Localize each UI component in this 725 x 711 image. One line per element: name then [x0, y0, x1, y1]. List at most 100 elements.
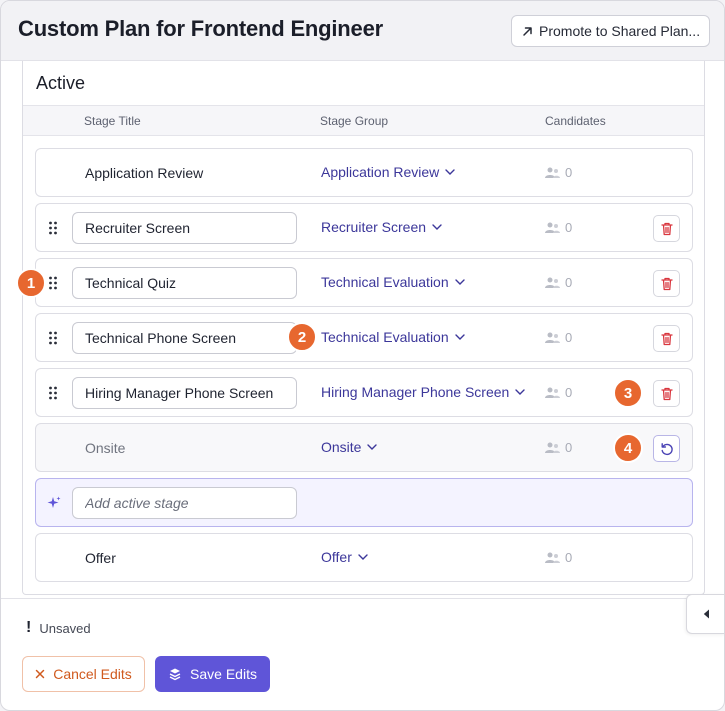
cancel-edits-button[interactable]: Cancel Edits — [22, 656, 145, 692]
stage-group-label: Hiring Manager Phone Screen — [321, 384, 510, 400]
chevron-down-icon — [367, 444, 378, 450]
people-icon — [545, 442, 560, 453]
stage-group-label: Technical Evaluation — [321, 274, 449, 290]
trash-icon — [660, 277, 673, 290]
candidate-count: 0 — [545, 440, 572, 455]
annotation-badge: 4 — [613, 433, 643, 463]
close-icon — [35, 669, 45, 679]
column-header-stage-title: Stage Title — [84, 114, 141, 128]
column-header-stage-group: Stage Group — [320, 114, 389, 128]
stage-title-input[interactable] — [72, 267, 297, 299]
candidate-count: 0 — [545, 275, 572, 290]
people-icon — [545, 332, 560, 343]
candidate-count-value: 0 — [565, 275, 573, 290]
save-edits-button[interactable]: Save Edits — [155, 656, 270, 692]
stage-title-input[interactable] — [72, 212, 297, 244]
delete-stage-button[interactable] — [653, 215, 680, 242]
stage-group-label: Technical Evaluation — [321, 329, 449, 345]
stage-row-removed: Onsite Onsite 0 — [35, 423, 693, 472]
save-icon — [169, 668, 181, 681]
collapse-panel-button[interactable] — [686, 594, 724, 634]
caret-left-icon — [703, 609, 709, 619]
candidate-count-value: 0 — [565, 165, 573, 180]
annotation-badge: 2 — [287, 322, 317, 352]
column-header-candidates: Candidates — [545, 114, 606, 128]
candidate-count-value: 0 — [565, 220, 573, 235]
candidate-count-value: 0 — [565, 440, 573, 455]
stage-title: Offer — [85, 550, 116, 566]
add-active-stage-input[interactable] — [72, 487, 297, 519]
unsaved-status: ! Unsaved — [26, 619, 91, 637]
undo-remove-stage-button[interactable] — [653, 435, 680, 462]
arrow-up-right-icon — [523, 26, 532, 36]
stage-group-dropdown[interactable]: Offer — [321, 549, 368, 565]
candidate-count: 0 — [545, 165, 572, 180]
delete-stage-button[interactable] — [653, 270, 680, 297]
people-icon — [545, 222, 560, 233]
drag-handle-icon[interactable] — [48, 330, 58, 346]
footer-divider — [1, 598, 724, 599]
candidate-count-value: 0 — [565, 550, 573, 565]
cancel-label: Cancel Edits — [53, 666, 132, 682]
trash-icon — [660, 222, 673, 235]
candidate-count: 0 — [545, 385, 572, 400]
stage-row: Hiring Manager Phone Screen 0 — [35, 368, 693, 417]
stage-group-label: Application Review — [321, 164, 440, 180]
annotation-badge: 3 — [613, 378, 643, 408]
stage-group-label: Offer — [321, 549, 352, 565]
plan-editor-window: Custom Plan for Frontend Engineer Promot… — [0, 0, 725, 711]
stage-group-dropdown[interactable]: Recruiter Screen — [321, 219, 442, 235]
drag-handle-icon[interactable] — [48, 220, 58, 236]
trash-icon — [660, 332, 673, 345]
promote-label: Promote to Shared Plan... — [539, 23, 701, 39]
promote-to-shared-plan-button[interactable]: Promote to Shared Plan... — [511, 15, 710, 47]
candidate-count: 0 — [545, 550, 572, 565]
people-icon — [545, 387, 560, 398]
chevron-down-icon — [432, 224, 442, 230]
people-icon — [545, 277, 560, 288]
stage-row: Application Review Application Review 0 — [35, 148, 693, 197]
stage-group-label: Onsite — [321, 439, 362, 455]
page-title: Custom Plan for Frontend Engineer — [18, 16, 383, 41]
trash-icon — [660, 387, 673, 400]
status-text: Unsaved — [39, 620, 91, 636]
sparkle-icon — [47, 496, 61, 508]
stage-title-input[interactable] — [72, 377, 297, 409]
stage-row: Technical Evaluation 0 — [35, 258, 693, 307]
stage-group-dropdown[interactable]: Onsite — [321, 439, 378, 455]
stage-group-dropdown[interactable]: Technical Evaluation — [321, 274, 465, 290]
column-header-row: Stage Title Stage Group Candidates — [23, 105, 704, 136]
save-label: Save Edits — [190, 666, 257, 682]
warning-icon: ! — [26, 619, 32, 636]
stage-row: Recruiter Screen 0 — [35, 203, 693, 252]
stage-title: Application Review — [85, 165, 204, 181]
chevron-down-icon — [515, 389, 526, 395]
chevron-down-icon — [445, 169, 455, 175]
delete-stage-button[interactable] — [653, 380, 680, 407]
active-stages-panel: Active Stage Title Stage Group Candidate… — [22, 61, 705, 595]
candidate-count-value: 0 — [565, 385, 573, 400]
drag-handle-icon[interactable] — [48, 385, 58, 401]
people-icon — [545, 552, 560, 563]
add-stage-row — [35, 478, 693, 527]
people-icon — [545, 167, 560, 178]
candidate-count: 0 — [545, 330, 572, 345]
chevron-down-icon — [454, 279, 465, 285]
chevron-down-icon — [454, 334, 465, 340]
section-title: Active — [36, 73, 86, 93]
stage-group-dropdown[interactable]: Application Review — [321, 164, 455, 180]
stage-title: Onsite — [85, 440, 126, 456]
header: Custom Plan for Frontend Engineer Promot… — [1, 1, 724, 61]
annotation-badge: 1 — [16, 268, 46, 298]
undo-icon — [661, 442, 673, 455]
stage-group-dropdown[interactable]: Technical Evaluation — [321, 329, 465, 345]
candidate-count: 0 — [545, 220, 572, 235]
stage-title-input[interactable] — [72, 322, 297, 354]
drag-handle-icon[interactable] — [48, 275, 58, 291]
stage-row: Offer Offer 0 — [35, 533, 693, 582]
stage-group-label: Recruiter Screen — [321, 219, 427, 235]
chevron-down-icon — [358, 554, 368, 560]
stage-row: Technical Evaluation 0 — [35, 313, 693, 362]
stage-group-dropdown[interactable]: Hiring Manager Phone Screen — [321, 384, 526, 400]
delete-stage-button[interactable] — [653, 325, 680, 352]
